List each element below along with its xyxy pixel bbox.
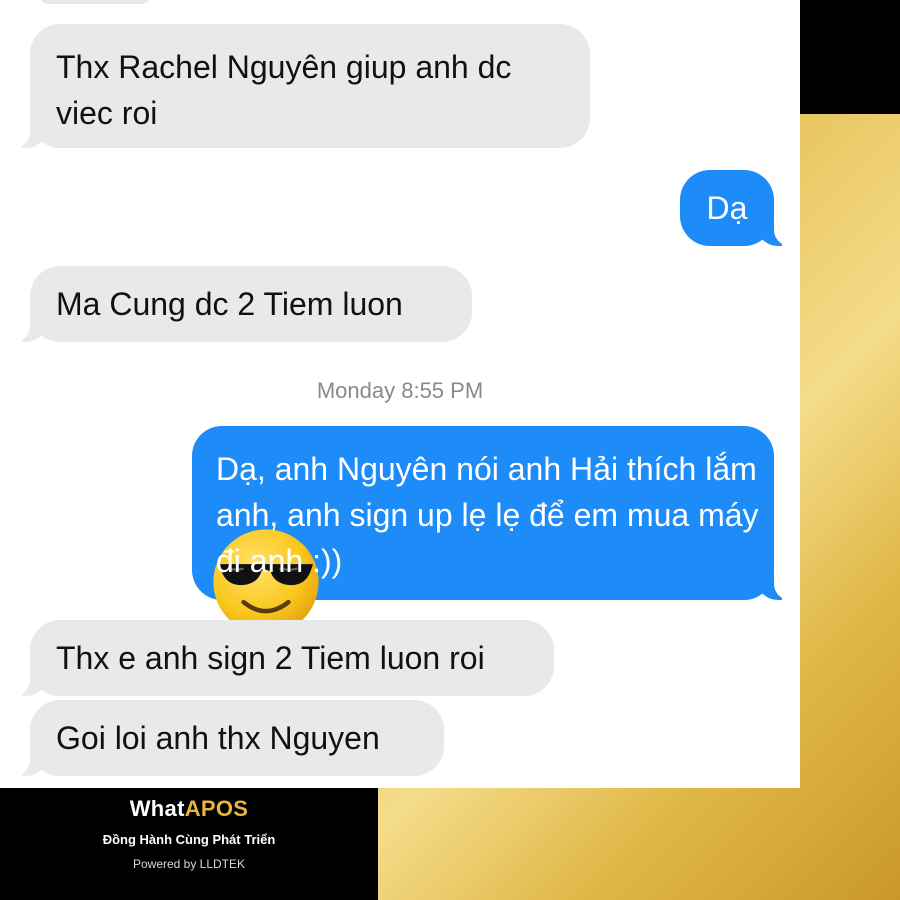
message-timestamp: Monday 8:55 PM — [316, 378, 484, 403]
partial-message-bubble — [40, 0, 150, 4]
message-bubble-outgoing[interactable]: Dạ — [680, 170, 794, 246]
brand-logo: WhatAPOS — [129, 796, 249, 821]
message-text: Thx e anh sign 2 Tiem luon roi — [56, 640, 485, 676]
message-bubble-incoming[interactable]: Goi loi anh thx Nguyen — [10, 700, 444, 776]
black-corner-top — [800, 0, 900, 114]
brand-tagline: Đồng Hành Cùng Phát Triển — [102, 832, 276, 847]
chat-thread[interactable]: Thx Rachel Nguyên giup anh dc viec roi D… — [0, 0, 800, 788]
message-bubble-incoming[interactable]: Ma Cung dc 2 Tiem luon — [10, 266, 472, 342]
message-bubble-incoming[interactable]: Thx Rachel Nguyên giup anh dc viec roi — [10, 24, 590, 148]
message-bubble-incoming[interactable]: Thx e anh sign 2 Tiem luon roi — [10, 620, 554, 696]
message-text: Goi loi anh thx Nguyen — [56, 720, 380, 756]
message-text: Thx Rachel Nguyên giup anh dc viec roi — [56, 49, 512, 131]
message-text: Dạ, anh Nguyên nói anh Hải thích lắm anh… — [216, 451, 759, 579]
message-text: Dạ — [706, 190, 748, 226]
message-text: Ma Cung dc 2 Tiem luon — [56, 286, 403, 322]
powered-by-text: Powered by LLDTEK — [132, 857, 246, 871]
brand-footer: WhatAPOS Đồng Hành Cùng Phát Triển Power… — [0, 796, 378, 871]
message-bubble-outgoing[interactable]: Dạ, anh Nguyên nói anh Hải thích lắm anh… — [192, 426, 794, 600]
